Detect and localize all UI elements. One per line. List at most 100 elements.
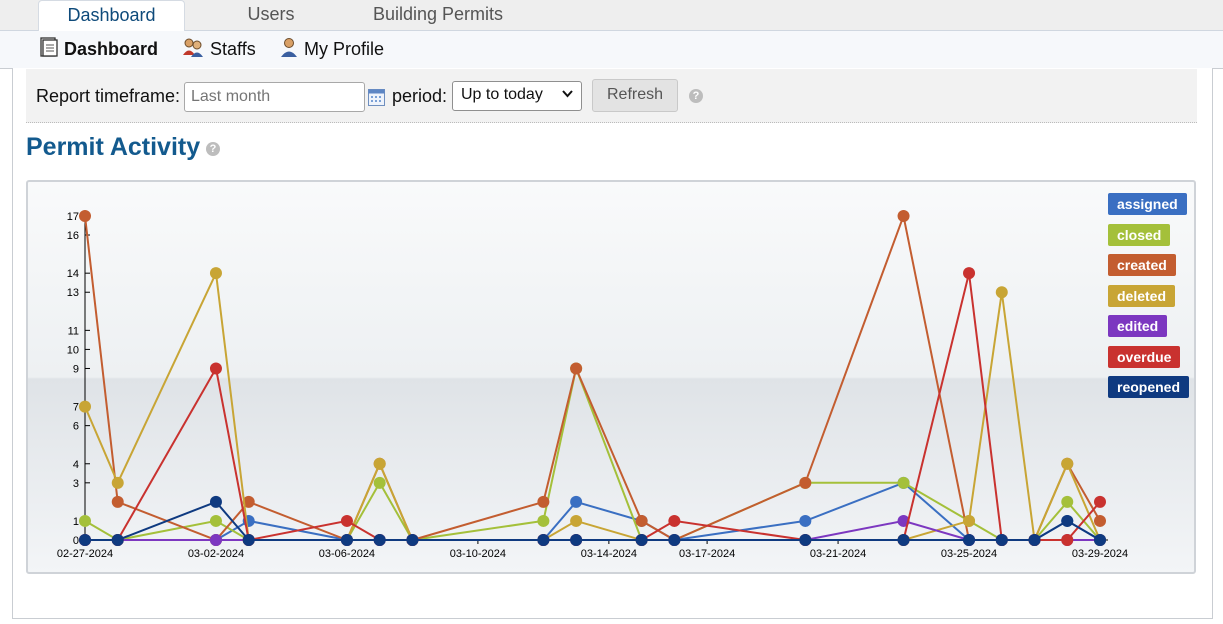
data-point-reopened	[995, 534, 1008, 546]
subnav-my-profile[interactable]: My Profile	[280, 37, 385, 62]
y-tick-label: 1	[73, 516, 79, 528]
data-point-reopened	[340, 534, 353, 546]
y-tick-label: 4	[73, 459, 79, 471]
data-point-reopened	[406, 534, 419, 546]
data-point-created	[537, 495, 550, 508]
data-point-deleted	[995, 286, 1008, 299]
x-tick-label: 03-17-2024	[679, 548, 735, 560]
data-point-reopened	[242, 534, 255, 546]
refresh-button[interactable]: Refresh	[592, 79, 678, 112]
tab-dashboard[interactable]: Dashboard	[38, 0, 185, 32]
x-tick-label: 03-21-2024	[810, 548, 866, 560]
x-tick-label: 03-02-2024	[188, 548, 244, 560]
x-tick-label: 03-29-2024	[1072, 548, 1128, 560]
data-point-reopened	[373, 534, 386, 546]
data-point-closed	[79, 514, 91, 527]
data-point-reopened	[570, 534, 583, 546]
data-point-assigned	[570, 495, 583, 508]
y-tick-label: 7	[73, 402, 79, 414]
chart-svg: 013467910111314161702-27-2024 03-02-2024 0…	[57, 210, 1128, 560]
x-tick-label: 02-27-2024	[57, 548, 113, 560]
y-tick-label: 11	[68, 325, 79, 337]
help-icon[interactable]: ?	[689, 89, 703, 103]
data-point-reopened	[668, 534, 681, 546]
top-tab-bar: Dashboard Users Building Permits	[0, 0, 1223, 32]
period-select-value: Up to today	[461, 86, 543, 103]
data-point-deleted	[111, 476, 124, 489]
legend-item-deleted: deleted	[1108, 284, 1176, 307]
data-point-deleted	[79, 400, 91, 413]
x-tick-label: 03-10-2024	[450, 548, 506, 560]
data-point-deleted	[209, 267, 222, 280]
data-point-overdue	[340, 514, 353, 527]
data-point-deleted	[570, 514, 583, 527]
data-point-closed	[897, 476, 910, 489]
chevron-down-icon	[562, 87, 573, 106]
data-point-deleted	[1061, 457, 1074, 470]
data-point-reopened	[1028, 534, 1041, 546]
legend-item-closed: closed	[1108, 223, 1171, 246]
permit-activity-chart: 0 1 3 4 6 7 9 10 11 13 14 16 17 02-27-2024 03-02-2024 0…	[26, 180, 1196, 574]
data-point-reopened	[209, 495, 222, 508]
series-line-created	[84, 212, 1101, 542]
data-point-overdue	[1061, 534, 1074, 546]
data-point-reopened	[1061, 514, 1074, 527]
data-point-closed	[373, 476, 386, 489]
y-tick-label: 6	[73, 421, 79, 433]
data-point-assigned	[799, 514, 812, 527]
title-help-icon[interactable]: ?	[206, 142, 220, 156]
series-line-assigned	[85, 481, 1101, 542]
subnav-staffs-label: Staffs	[210, 39, 256, 59]
data-point-reopened	[1094, 534, 1106, 546]
users-icon	[182, 37, 204, 62]
y-tick-label: 13	[67, 287, 79, 299]
timeframe-label: Report timeframe:	[36, 86, 181, 106]
data-point-edited	[209, 534, 222, 546]
user-icon	[280, 37, 298, 62]
legend-item-edited: edited	[1108, 315, 1168, 337]
subnav-dashboard[interactable]: Dashboard	[40, 36, 159, 62]
subnav-staffs[interactable]: Staffs	[182, 38, 256, 60]
period-select[interactable]: Up to today	[452, 81, 582, 111]
data-point-deleted	[963, 514, 976, 527]
data-point-reopened	[111, 534, 124, 546]
data-point-created	[570, 362, 583, 375]
legend-item-overdue: overdue	[1108, 345, 1181, 368]
subnav-dashboard-label: Dashboard	[64, 39, 159, 59]
x-tick-label: 03-06-2024	[319, 548, 375, 560]
y-tick-label: 17	[67, 211, 79, 223]
data-point-overdue	[209, 362, 222, 375]
page-title: Permit Activity	[26, 133, 201, 161]
data-point-closed	[537, 514, 550, 527]
data-point-reopened	[537, 534, 550, 546]
document-icon	[40, 36, 58, 62]
y-tick-label: 10	[67, 344, 79, 356]
x-tick-label: 03-14-2024	[581, 548, 637, 560]
period-label: period:	[392, 86, 448, 106]
data-point-reopened	[963, 534, 976, 546]
data-point-reopened	[799, 534, 812, 546]
y-tick-label: 14	[67, 268, 79, 280]
data-point-deleted	[373, 457, 386, 470]
y-tick-label: 0	[73, 535, 79, 547]
legend-item-reopened: reopened	[1108, 376, 1190, 398]
x-tick-label: 03-25-2024	[941, 548, 997, 560]
sub-navigation: Dashboard Staffs My Profile	[0, 31, 1223, 69]
data-point-created	[635, 514, 648, 527]
timeframe-input[interactable]	[184, 82, 365, 112]
data-point-overdue	[1094, 495, 1106, 508]
calendar-icon[interactable]	[368, 88, 385, 111]
legend-item-assigned: assigned	[1108, 193, 1187, 215]
data-point-closed	[209, 514, 222, 527]
tab-building-permits[interactable]: Building Permits	[360, 0, 516, 30]
data-point-created	[799, 476, 812, 489]
y-tick-label: 16	[67, 230, 79, 242]
y-tick-label: 3	[73, 478, 79, 490]
data-point-overdue	[963, 267, 976, 280]
tab-users[interactable]: Users	[215, 0, 327, 30]
subnav-my-profile-label: My Profile	[304, 39, 385, 59]
data-point-reopened	[635, 534, 648, 546]
data-point-created	[79, 210, 91, 222]
data-point-created	[1094, 514, 1106, 527]
data-point-reopened	[897, 534, 910, 546]
